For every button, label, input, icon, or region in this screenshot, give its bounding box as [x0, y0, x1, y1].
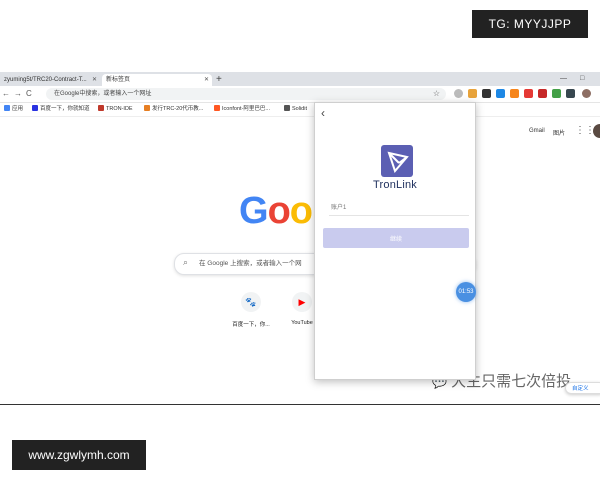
password-field[interactable] — [329, 200, 469, 216]
bookmark-iconfont[interactable]: Iconfont-阿里巴巴... — [214, 103, 270, 116]
bookmark-solidity[interactable]: Solidit — [284, 103, 307, 116]
shortcut-label: 百度一下，你... — [232, 322, 270, 328]
tronlink-title: TronLink — [373, 179, 417, 191]
tab-new-tab[interactable]: 新标签页 ✕ — [102, 74, 212, 86]
continue-button[interactable]: 继续 — [323, 228, 469, 248]
bookmark-label: 应用 — [12, 106, 24, 112]
page-icon — [144, 105, 150, 111]
bookmark-label: TRON-IDE — [106, 106, 133, 112]
bookmark-trc20[interactable]: 发行TRC-20代币教... — [144, 103, 203, 116]
tab-github[interactable]: zyuming5t/TRC20-Contract-T... ✕ — [0, 74, 100, 86]
solidity-icon — [284, 105, 290, 111]
browser-window: zyuming5t/TRC20-Contract-T... ✕ 新标签页 ✕ +… — [0, 72, 600, 404]
bookmark-label: Solidit — [292, 106, 307, 112]
reload-icon[interactable]: C — [26, 88, 32, 100]
images-link[interactable]: 图片 — [553, 128, 565, 137]
bookmarks-bar: 应用 百度一下，你就知道 TRON-IDE 发行TRC-20代币教... Ico… — [0, 103, 600, 117]
close-tab-icon[interactable]: ✕ — [204, 74, 209, 86]
profile-icon[interactable] — [582, 89, 591, 98]
logo-letter: G — [239, 190, 269, 232]
gmail-link[interactable]: Gmail — [529, 128, 545, 134]
bookmark-apps[interactable]: 应用 — [4, 103, 23, 116]
avatar[interactable] — [593, 124, 600, 138]
maximize-icon[interactable]: □ — [580, 73, 584, 85]
extension-icon[interactable] — [566, 89, 575, 98]
logo-letter: o — [267, 190, 291, 232]
extension-icon[interactable] — [496, 89, 505, 98]
baidu-paw-icon: 🐾 — [241, 292, 261, 312]
bookmark-label: 发行TRC-20代币教... — [152, 106, 204, 112]
back-arrow-icon[interactable]: ← — [2, 88, 10, 100]
extension-icon[interactable] — [538, 89, 547, 98]
tab-label: zyuming5t/TRC20-Contract-T... — [4, 77, 87, 83]
search-icon: ⌕ — [183, 257, 189, 267]
minimize-icon[interactable]: — — [560, 73, 567, 85]
site-watermark: www.zgwlymh.com — [12, 440, 146, 470]
divider — [0, 404, 600, 405]
shortcut-baidu[interactable]: 🐾 百度一下，你... — [231, 292, 271, 328]
tron-icon — [98, 105, 104, 111]
customize-button[interactable]: 自定义 — [565, 382, 600, 394]
toolbar: ← → C 在Google中搜索，或者输入一个网址 ☆ — [0, 86, 600, 103]
tab-strip: zyuming5t/TRC20-Contract-T... ✕ 新标签页 ✕ +… — [0, 72, 600, 86]
bookmark-tron-ide[interactable]: TRON-IDE — [98, 103, 133, 116]
apps-grid-icon — [4, 105, 10, 111]
tg-watermark: TG: MYYJJPP — [472, 10, 588, 38]
logo-letter: o — [289, 190, 313, 232]
bookmark-label: 百度一下，你就知道 — [40, 106, 90, 112]
youtube-icon: ▶ — [292, 292, 312, 312]
extension-icon[interactable] — [552, 89, 561, 98]
new-tab-plus-icon[interactable]: + — [216, 74, 222, 85]
recording-timer-badge: 01:53 — [456, 282, 476, 302]
address-bar-text: 在Google中搜索，或者输入一个网址 — [54, 91, 152, 97]
tronlink-popup: ‹ TronLink 继续 01:53 — [314, 102, 476, 380]
extension-icon[interactable] — [468, 89, 477, 98]
chevron-left-icon[interactable]: ‹ — [321, 107, 325, 119]
search-placeholder: 在 Google 上搜索，或者输入一个网 — [199, 260, 302, 267]
extension-icon[interactable] — [454, 89, 463, 98]
close-tab-icon[interactable]: ✕ — [92, 74, 97, 86]
iconfont-icon — [214, 105, 220, 111]
bookmark-baidu[interactable]: 百度一下，你就知道 — [32, 103, 90, 116]
extension-icon[interactable] — [482, 89, 491, 98]
tronlink-logo-icon — [381, 145, 413, 177]
forward-arrow-icon[interactable]: → — [14, 88, 22, 100]
bookmark-label: Iconfont-阿里巴巴... — [222, 106, 270, 112]
tab-label: 新标签页 — [106, 77, 131, 83]
metamask-icon[interactable] — [510, 89, 519, 98]
address-bar[interactable]: 在Google中搜索，或者输入一个网址 ☆ — [46, 88, 446, 100]
baidu-icon — [32, 105, 38, 111]
extension-icon[interactable] — [524, 89, 533, 98]
google-logo: Goo — [239, 190, 313, 233]
bookmark-star-icon[interactable]: ☆ — [433, 88, 440, 100]
